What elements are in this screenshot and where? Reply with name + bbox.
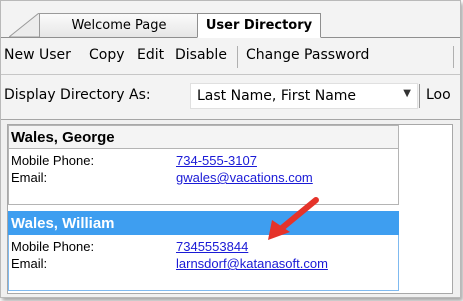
toolbar: New User Copy Edit Disable Change Passwo… bbox=[1, 38, 460, 75]
dropdown-caret-icon[interactable]: ▼ bbox=[403, 88, 411, 99]
copy-button[interactable]: Copy bbox=[89, 47, 125, 63]
email-link[interactable]: gwales@vacations.com bbox=[176, 170, 313, 185]
dropdown-selected-value: Last Name, First Name bbox=[197, 88, 357, 104]
display-directory-row: Display Directory As: Last Name, First N… bbox=[1, 75, 460, 120]
toolbar-divider bbox=[237, 46, 238, 68]
change-password-button[interactable]: Change Password bbox=[246, 47, 369, 63]
mobile-phone-link[interactable]: 7345553844 bbox=[176, 239, 248, 254]
disable-button[interactable]: Disable bbox=[175, 47, 227, 63]
new-user-button[interactable]: New User bbox=[4, 47, 71, 63]
mobile-phone-label: Mobile Phone: bbox=[11, 153, 95, 168]
mobile-phone-label: Mobile Phone: bbox=[11, 239, 95, 254]
toolbar-divider bbox=[453, 46, 454, 68]
user-card-selected[interactable]: Wales, William Mobile Phone: 7345553844 … bbox=[8, 211, 399, 291]
toolbar-divider bbox=[419, 84, 420, 108]
user-name: Wales, William bbox=[8, 211, 399, 235]
user-card[interactable]: Wales, George Mobile Phone: 734-555-3107… bbox=[8, 125, 399, 205]
email-label: Email: bbox=[11, 170, 48, 185]
user-details: Mobile Phone: 734-555-3107 Email: gwales… bbox=[8, 149, 399, 205]
lookup-label[interactable]: Loo bbox=[426, 87, 451, 103]
user-details: Mobile Phone: 7345553844 Email: larnsdor… bbox=[8, 235, 399, 291]
mobile-phone-link[interactable]: 734-555-3107 bbox=[176, 153, 257, 168]
tab-welcome-page[interactable]: Welcome Page bbox=[39, 13, 199, 37]
user-list[interactable]: Wales, George Mobile Phone: 734-555-3107… bbox=[7, 124, 453, 294]
tab-user-directory[interactable]: User Directory bbox=[197, 13, 321, 38]
tab-strip: Welcome Page User Directory bbox=[1, 1, 460, 38]
email-link[interactable]: larnsdorf@katanasoft.com bbox=[176, 256, 328, 271]
app-window: Welcome Page User Directory New User Cop… bbox=[0, 0, 461, 298]
edit-button[interactable]: Edit bbox=[137, 47, 164, 63]
display-directory-dropdown[interactable]: Last Name, First Name ▼ bbox=[190, 83, 418, 109]
email-label: Email: bbox=[11, 256, 48, 271]
display-directory-label: Display Directory As: bbox=[4, 87, 151, 103]
user-name: Wales, George bbox=[8, 125, 399, 149]
